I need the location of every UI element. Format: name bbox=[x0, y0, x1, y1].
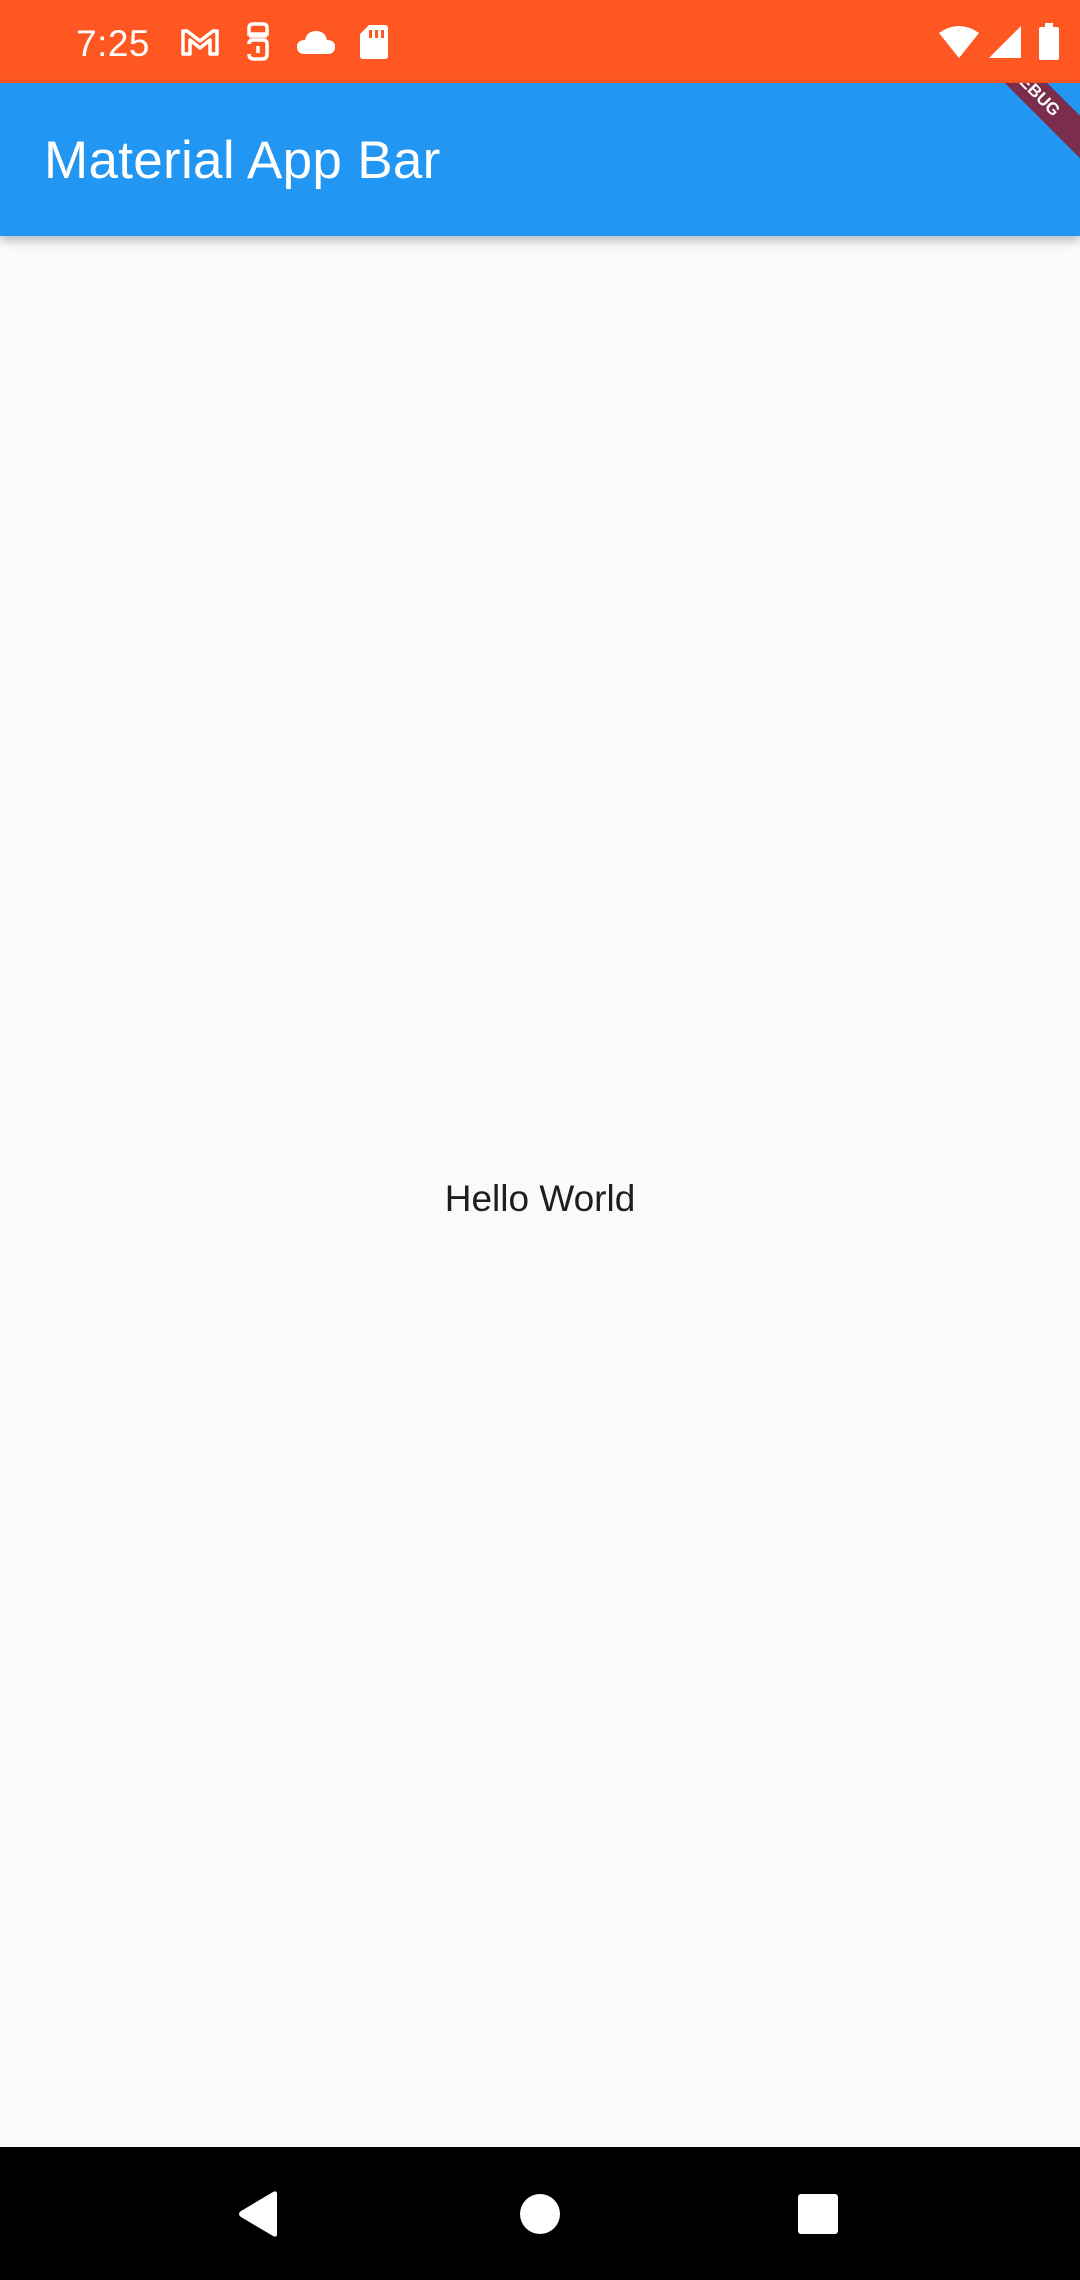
debug-banner: DEBUG bbox=[943, 83, 1080, 184]
wifi-icon bbox=[938, 20, 980, 64]
cloud-icon bbox=[294, 20, 338, 64]
recents-button[interactable] bbox=[758, 2147, 878, 2280]
gmail-icon bbox=[178, 20, 222, 64]
status-time: 7:25 bbox=[76, 23, 151, 64]
body-content: Hello World bbox=[0, 236, 1080, 2147]
app-bar: Material App Bar DEBUG bbox=[0, 83, 1080, 236]
notification-icons bbox=[178, 20, 410, 64]
recents-icon bbox=[798, 2193, 838, 2234]
back-button[interactable] bbox=[199, 2147, 319, 2280]
sd-card-icon bbox=[352, 20, 396, 64]
android-debug-icon bbox=[236, 20, 280, 64]
app-bar-title: Material App Bar bbox=[44, 131, 441, 190]
status-bar: 7:25 bbox=[0, 0, 1080, 83]
back-icon bbox=[239, 2190, 277, 2237]
home-button[interactable] bbox=[480, 2147, 600, 2280]
system-icons bbox=[930, 20, 1060, 64]
navigation-bar bbox=[0, 2147, 1080, 2280]
battery-icon bbox=[1038, 20, 1060, 64]
hello-text: Hello World bbox=[444, 1178, 636, 1219]
cell-signal-icon bbox=[988, 20, 1022, 64]
home-icon bbox=[520, 2193, 560, 2234]
